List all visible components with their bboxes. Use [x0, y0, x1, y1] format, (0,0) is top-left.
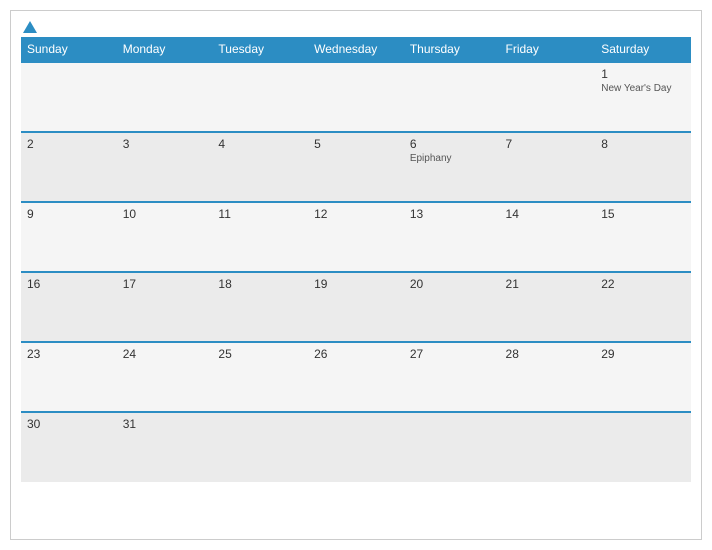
calendar-cell: 14 [500, 202, 596, 272]
day-number: 19 [314, 277, 398, 291]
calendar-cell [21, 62, 117, 132]
calendar-cell: 13 [404, 202, 500, 272]
day-number: 28 [506, 347, 590, 361]
day-event: New Year's Day [601, 83, 685, 94]
day-number: 4 [218, 137, 302, 151]
calendar-cell: 21 [500, 272, 596, 342]
calendar-cell: 18 [212, 272, 308, 342]
calendar-cell: 1 New Year's Day [595, 62, 691, 132]
calendar-cell: 26 [308, 342, 404, 412]
logo-row [21, 21, 37, 33]
calendar-cell: 8 [595, 132, 691, 202]
logo [21, 21, 37, 33]
calendar-week-row: 23 24 25 26 27 28 29 [21, 342, 691, 412]
day-number: 31 [123, 417, 207, 431]
day-number: 23 [27, 347, 111, 361]
day-number: 26 [314, 347, 398, 361]
day-number: 20 [410, 277, 494, 291]
calendar-cell: 3 [117, 132, 213, 202]
calendar-cell: 15 [595, 202, 691, 272]
calendar-cell: 30 [21, 412, 117, 482]
day-number: 9 [27, 207, 111, 221]
weekday-header-sunday: Sunday [21, 37, 117, 62]
calendar-cell: 29 [595, 342, 691, 412]
weekday-header-saturday: Saturday [595, 37, 691, 62]
calendar-body: 1New Year's Day23456Epiphany789101112131… [21, 62, 691, 482]
calendar-week-row: 16 17 18 19 20 21 22 [21, 272, 691, 342]
calendar-cell: 19 [308, 272, 404, 342]
day-number: 13 [410, 207, 494, 221]
weekday-header-friday: Friday [500, 37, 596, 62]
calendar-week-row: 30 31 [21, 412, 691, 482]
weekday-header-monday: Monday [117, 37, 213, 62]
calendar-cell [308, 412, 404, 482]
calendar-table: SundayMondayTuesdayWednesdayThursdayFrid… [21, 37, 691, 482]
calendar-cell: 16 [21, 272, 117, 342]
calendar-cell [404, 412, 500, 482]
day-number: 29 [601, 347, 685, 361]
calendar-cell [595, 412, 691, 482]
calendar-cell: 24 [117, 342, 213, 412]
day-number: 30 [27, 417, 111, 431]
day-number: 24 [123, 347, 207, 361]
calendar-cell: 20 [404, 272, 500, 342]
calendar-cell [500, 62, 596, 132]
day-number: 6 [410, 137, 494, 151]
calendar-cell: 6 Epiphany [404, 132, 500, 202]
calendar-cell [212, 412, 308, 482]
calendar-cell: 11 [212, 202, 308, 272]
day-number: 10 [123, 207, 207, 221]
day-number: 25 [218, 347, 302, 361]
calendar-cell [404, 62, 500, 132]
logo-triangle-icon [23, 21, 37, 33]
calendar-cell: 22 [595, 272, 691, 342]
calendar-cell: 5 [308, 132, 404, 202]
day-number: 7 [506, 137, 590, 151]
day-number: 16 [27, 277, 111, 291]
day-number: 11 [218, 207, 302, 221]
calendar-cell: 28 [500, 342, 596, 412]
weekday-header-row: SundayMondayTuesdayWednesdayThursdayFrid… [21, 37, 691, 62]
day-number: 17 [123, 277, 207, 291]
day-event: Epiphany [410, 153, 494, 164]
calendar-header: SundayMondayTuesdayWednesdayThursdayFrid… [21, 37, 691, 62]
day-number: 21 [506, 277, 590, 291]
weekday-header-wednesday: Wednesday [308, 37, 404, 62]
calendar-cell [117, 62, 213, 132]
calendar-cell: 2 [21, 132, 117, 202]
calendar-cell: 7 [500, 132, 596, 202]
calendar-cell: 31 [117, 412, 213, 482]
calendar-cell: 9 [21, 202, 117, 272]
day-number: 14 [506, 207, 590, 221]
calendar-cell: 23 [21, 342, 117, 412]
calendar-cell: 25 [212, 342, 308, 412]
calendar-cell: 10 [117, 202, 213, 272]
day-number: 2 [27, 137, 111, 151]
calendar-cell: 17 [117, 272, 213, 342]
day-number: 3 [123, 137, 207, 151]
calendar-cell [308, 62, 404, 132]
calendar-cell: 4 [212, 132, 308, 202]
calendar-wrapper: SundayMondayTuesdayWednesdayThursdayFrid… [10, 10, 702, 540]
day-number: 27 [410, 347, 494, 361]
day-number: 5 [314, 137, 398, 151]
day-number: 15 [601, 207, 685, 221]
weekday-header-tuesday: Tuesday [212, 37, 308, 62]
day-number: 1 [601, 67, 685, 81]
calendar-cell [500, 412, 596, 482]
day-number: 18 [218, 277, 302, 291]
weekday-header-thursday: Thursday [404, 37, 500, 62]
calendar-week-row: 1 New Year's Day [21, 62, 691, 132]
calendar-cell: 12 [308, 202, 404, 272]
day-number: 12 [314, 207, 398, 221]
header-section [21, 21, 691, 33]
day-number: 22 [601, 277, 685, 291]
day-number: 8 [601, 137, 685, 151]
calendar-cell: 27 [404, 342, 500, 412]
calendar-cell [212, 62, 308, 132]
calendar-week-row: 23456 Epiphany 78 [21, 132, 691, 202]
calendar-week-row: 9 10 11 12 13 14 15 [21, 202, 691, 272]
